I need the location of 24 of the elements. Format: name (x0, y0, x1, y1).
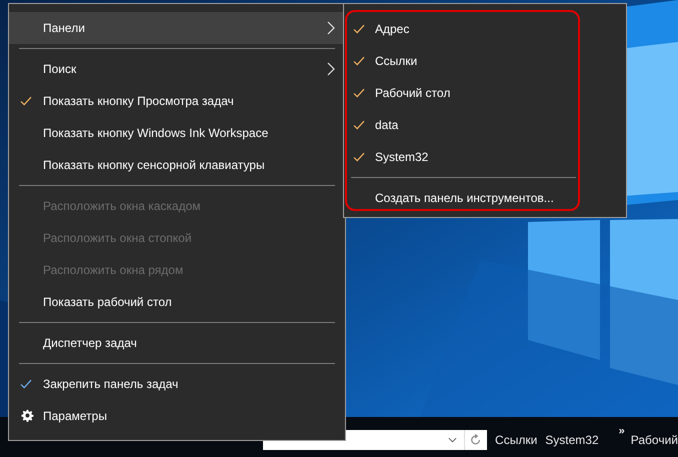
caret-icon (448, 437, 458, 443)
chevron-right-icon (327, 21, 335, 35)
menu-item[interactable]: Адрес (347, 13, 578, 45)
menu-item[interactable]: Диспетчер задач (9, 327, 345, 359)
toolbar-link[interactable]: Рабочий (630, 433, 678, 447)
more-button[interactable]: » (618, 425, 625, 437)
menu-item[interactable]: Параметры (9, 400, 345, 432)
menu-item[interactable]: Панели (9, 12, 345, 44)
menu-item[interactable]: Показать кнопку Просмотра задач (9, 85, 345, 117)
menu-item[interactable]: Поиск (9, 53, 345, 85)
menu-item[interactable]: Ссылки (347, 45, 578, 77)
toolbar-link[interactable]: System32 (545, 433, 599, 447)
menu-item[interactable]: Показать рабочий стол (9, 286, 345, 318)
menu-item[interactable]: Рабочий стол (347, 77, 578, 109)
menu-item[interactable]: Показать кнопку Windows Ink Workspace (9, 117, 345, 149)
menu-item[interactable]: Закрепить панель задач (9, 368, 345, 400)
menu-item[interactable]: Создать панель инструментов... (347, 182, 578, 214)
chevron-right-icon (327, 62, 335, 76)
menu-item[interactable]: Показать кнопку сенсорной клавиатуры (9, 149, 345, 181)
menu-item[interactable]: System32 (347, 141, 578, 173)
menu-item[interactable]: data (347, 109, 578, 141)
settings-icon (21, 409, 34, 422)
toolbar-link[interactable]: Ссылки (495, 433, 538, 447)
refresh-icon (470, 434, 482, 446)
